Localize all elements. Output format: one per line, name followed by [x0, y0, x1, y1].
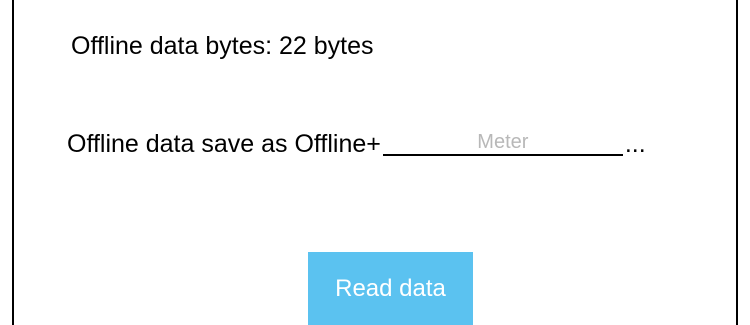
- read-data-button[interactable]: Read data: [308, 252, 473, 325]
- save-as-suffix-label: ...: [624, 130, 646, 158]
- save-as-row: Offline data save as Offline+ ...: [67, 129, 646, 159]
- filename-input[interactable]: [382, 129, 623, 159]
- offline-data-panel: Offline data bytes: 22 bytes Offline dat…: [12, 0, 738, 325]
- save-as-prefix-label: Offline data save as Offline+: [67, 130, 381, 158]
- offline-bytes-label: Offline data bytes: 22 bytes: [71, 32, 374, 60]
- filename-field-wrapper: [382, 129, 623, 159]
